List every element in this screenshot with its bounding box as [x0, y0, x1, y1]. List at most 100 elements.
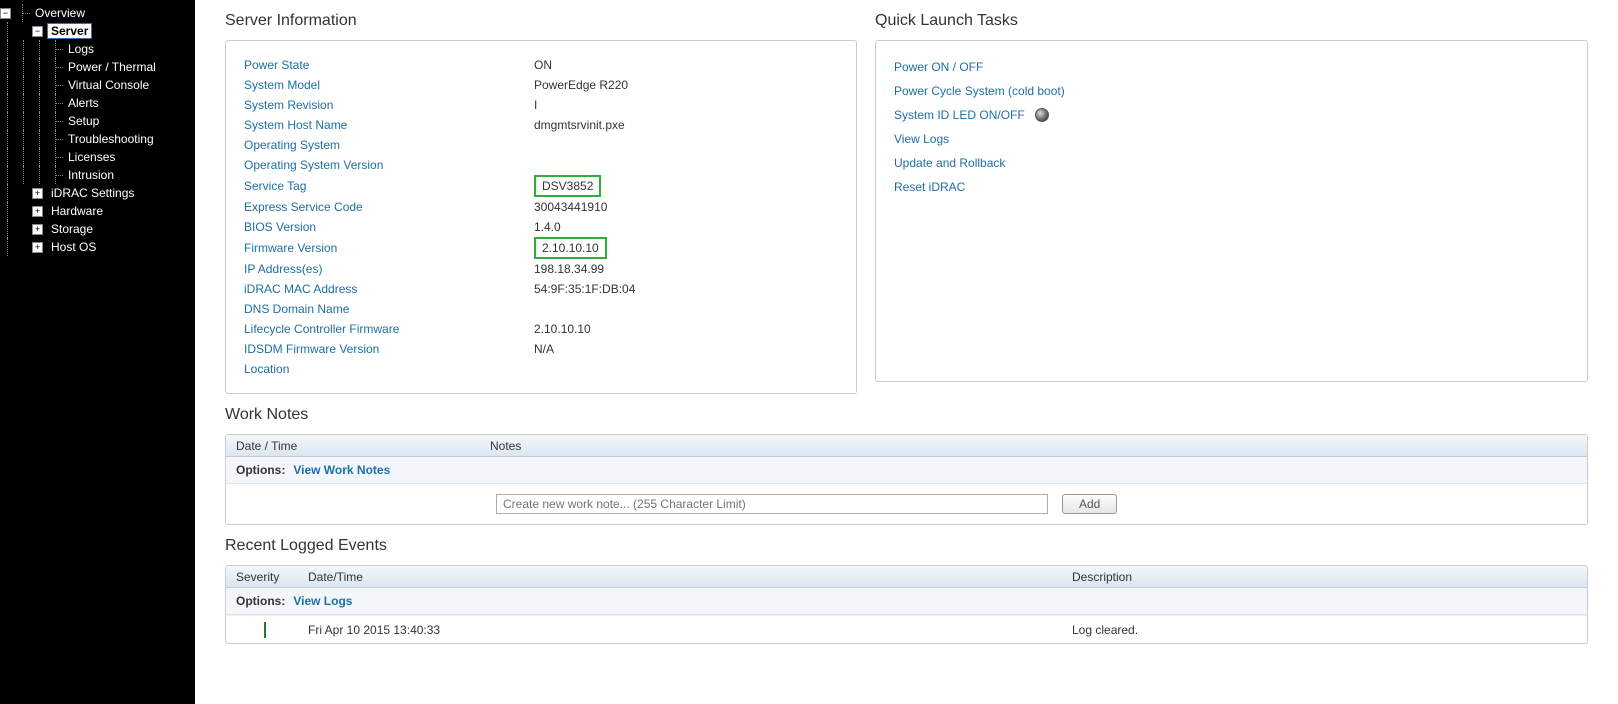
col-notes: Notes [486, 439, 1587, 453]
events-options: Options: View Logs [226, 588, 1587, 615]
work-notes-panel: Date / Time Notes Options: View Work Not… [225, 434, 1588, 525]
info-row: Location [244, 359, 838, 379]
info-label[interactable]: Location [244, 362, 534, 376]
add-button[interactable]: Add [1062, 494, 1117, 514]
info-label[interactable]: Lifecycle Controller Firmware [244, 322, 534, 336]
tree-node-child[interactable]: Alerts [0, 94, 194, 112]
tree-label: Virtual Console [64, 77, 153, 93]
info-row: Express Service Code 30043441910 [244, 197, 838, 217]
tree-node-item[interactable]: + Host OS [0, 238, 194, 256]
tree-node-item[interactable]: + Storage [0, 220, 194, 238]
info-value: PowerEdge R220 [534, 78, 628, 92]
quick-launch-link[interactable]: System ID LED ON/OFF [894, 103, 1569, 127]
info-value: 198.18.34.99 [534, 262, 604, 276]
event-datetime: Fri Apr 10 2015 13:40:33 [308, 623, 1072, 637]
quick-launch-link[interactable]: Power ON / OFF [894, 55, 1569, 79]
nav-tree: − Overview − Server Logs Power / Thermal… [0, 0, 194, 704]
info-label[interactable]: Express Service Code [244, 200, 534, 214]
tree-label: Hardware [47, 203, 107, 219]
options-label: Options: [236, 594, 285, 608]
info-row: Service Tag DSV3852 [244, 175, 838, 197]
info-label[interactable]: System Model [244, 78, 534, 92]
info-row: Operating System Version [244, 155, 838, 175]
led-icon [1035, 108, 1049, 122]
info-value: 2.10.10.10 [534, 322, 591, 336]
info-value: 2.10.10.10 [534, 237, 607, 259]
tree-label: Licenses [64, 149, 119, 165]
info-row: Lifecycle Controller Firmware 2.10.10.10 [244, 319, 838, 339]
info-row: DNS Domain Name [244, 299, 838, 319]
ok-icon [264, 622, 266, 638]
tree-node-child[interactable]: Setup [0, 112, 194, 130]
event-description: Log cleared. [1072, 623, 1587, 637]
expand-icon[interactable]: + [32, 224, 43, 235]
col-datetime: Date/Time [308, 570, 1072, 584]
expand-icon[interactable]: + [32, 188, 43, 199]
info-row: IP Address(es) 198.18.34.99 [244, 259, 838, 279]
info-label[interactable]: Operating System [244, 138, 534, 152]
events-panel: Severity Date/Time Description Options: … [225, 565, 1588, 644]
quick-launch-link[interactable]: Update and Rollback [894, 151, 1569, 175]
tree-label: Host OS [47, 239, 100, 255]
tree-node-child[interactable]: Intrusion [0, 166, 194, 184]
tree-node-item[interactable]: + iDRAC Settings [0, 184, 194, 202]
events-title: Recent Logged Events [225, 537, 1588, 555]
col-description: Description [1072, 570, 1587, 584]
info-label[interactable]: BIOS Version [244, 220, 534, 234]
tree-label: iDRAC Settings [47, 185, 138, 201]
tree-label: Alerts [64, 95, 103, 111]
events-header: Severity Date/Time Description [226, 566, 1587, 588]
info-label[interactable]: Service Tag [244, 179, 534, 193]
tree-label: Troubleshooting [64, 131, 158, 147]
info-value: dmgmtsrvinit.pxe [534, 118, 625, 132]
tree-label: Storage [47, 221, 97, 237]
tree-label: Server [47, 23, 92, 39]
quick-launch-link[interactable]: Reset iDRAC [894, 175, 1569, 199]
tree-node-child[interactable]: Virtual Console [0, 76, 194, 94]
quick-launch-link[interactable]: View Logs [894, 127, 1569, 151]
info-label[interactable]: Operating System Version [244, 158, 534, 172]
server-info-title: Server Information [225, 12, 857, 30]
info-value: ON [534, 58, 552, 72]
tree-node-overview[interactable]: − Overview [0, 4, 194, 22]
info-row: Firmware Version 2.10.10.10 [244, 237, 838, 259]
work-notes-options: Options: View Work Notes [226, 457, 1587, 484]
info-label[interactable]: iDRAC MAC Address [244, 282, 534, 296]
work-notes-title: Work Notes [225, 406, 1588, 424]
tree-label: Overview [31, 5, 89, 21]
tree-node-server[interactable]: − Server [0, 22, 194, 40]
view-logs-link[interactable]: View Logs [293, 594, 352, 608]
info-label[interactable]: DNS Domain Name [244, 302, 534, 316]
options-label: Options: [236, 463, 285, 477]
info-value: 54:9F:35:1F:DB:04 [534, 282, 635, 296]
work-notes-header: Date / Time Notes [226, 435, 1587, 457]
tree-label: Logs [64, 41, 98, 57]
view-work-notes-link[interactable]: View Work Notes [293, 463, 390, 477]
info-row: IDSDM Firmware Version N/A [244, 339, 838, 359]
info-label[interactable]: System Host Name [244, 118, 534, 132]
info-value: I [534, 98, 537, 112]
col-severity: Severity [226, 570, 308, 584]
info-label[interactable]: IP Address(es) [244, 262, 534, 276]
info-value: DSV3852 [534, 175, 601, 197]
work-notes-input-row: Add [226, 484, 1587, 524]
expand-icon[interactable]: + [32, 206, 43, 217]
info-row: System Model PowerEdge R220 [244, 75, 838, 95]
expand-icon[interactable]: + [32, 242, 43, 253]
tree-node-child[interactable]: Troubleshooting [0, 130, 194, 148]
col-date-time: Date / Time [226, 439, 486, 453]
info-row: iDRAC MAC Address 54:9F:35:1F:DB:04 [244, 279, 838, 299]
info-label[interactable]: System Revision [244, 98, 534, 112]
tree-node-child[interactable]: Power / Thermal [0, 58, 194, 76]
collapse-icon[interactable]: − [32, 26, 43, 37]
quick-launch-link[interactable]: Power Cycle System (cold boot) [894, 79, 1569, 103]
work-note-input[interactable] [496, 494, 1048, 514]
info-label[interactable]: IDSDM Firmware Version [244, 342, 534, 356]
info-label[interactable]: Firmware Version [244, 241, 534, 255]
tree-node-item[interactable]: + Hardware [0, 202, 194, 220]
tree-node-child[interactable]: Logs [0, 40, 194, 58]
info-label[interactable]: Power State [244, 58, 534, 72]
tree-node-child[interactable]: Licenses [0, 148, 194, 166]
collapse-icon[interactable]: − [0, 8, 11, 19]
tree-label: Intrusion [64, 167, 118, 183]
